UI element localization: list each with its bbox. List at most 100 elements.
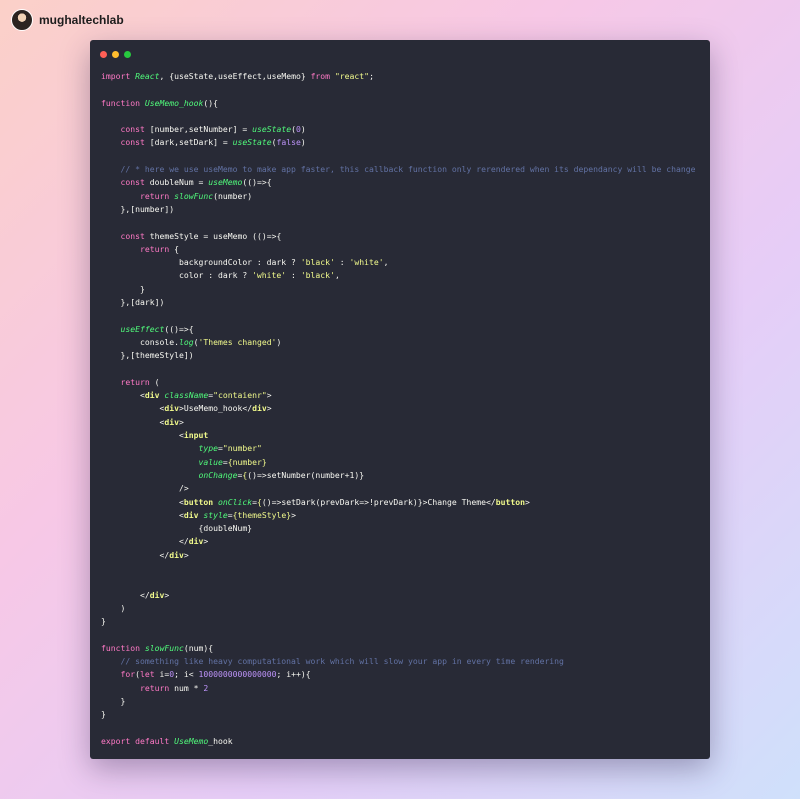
code-token: false [276, 137, 301, 148]
code-token: , [383, 257, 389, 268]
code-token: </ [101, 536, 189, 547]
code-line: <button onClick={()=>setDark(prevDark=>!… [101, 496, 696, 509]
code-token: const [120, 177, 150, 188]
code-line: </div> [101, 535, 696, 548]
code-line: useEffect(()=>{ [101, 323, 696, 336]
code-token: style [203, 509, 228, 520]
code-token: /> [101, 483, 189, 494]
code-token: ) [300, 137, 306, 148]
code-token: > [203, 536, 209, 547]
code-token: ) [276, 336, 282, 347]
code-line: color : dark ? 'white' : 'black', [101, 269, 696, 282]
code-line: type="number" [101, 442, 696, 455]
code-token: : [334, 257, 350, 268]
code-token: {doubleNum} [101, 523, 253, 534]
code-token: return [139, 682, 175, 693]
code-token: return [139, 243, 175, 254]
code-token: div [183, 509, 204, 520]
code-line: },[dark]) [101, 296, 696, 309]
maximize-dot-icon [124, 51, 131, 58]
code-token: useState [232, 137, 272, 148]
code-token: {themeStyle} [232, 509, 292, 520]
code-token: slowFunc [174, 190, 214, 201]
code-token: > [178, 416, 184, 427]
code-token: export default [101, 735, 175, 746]
code-line: </div> [101, 549, 696, 562]
code-token: > [291, 509, 296, 520]
code-line: </div> [101, 589, 696, 602]
code-token: < [101, 430, 184, 441]
code-line: /> [101, 482, 696, 495]
code-token: } [101, 709, 106, 720]
code-line: } [101, 695, 696, 708]
code-line: <div className="contaienr"> [101, 389, 696, 402]
code-line: const [dark,setDark] = useState(false) [101, 136, 696, 149]
code-token: useEffect [120, 323, 165, 334]
code-token: const [120, 137, 150, 148]
code-line: <input [101, 429, 696, 442]
code-line: import React, {useState,useEffect,useMem… [101, 70, 696, 83]
code-token: div [188, 536, 204, 547]
code-token: [number,setNumber] = [149, 124, 253, 135]
code-token: },[dark]) [101, 297, 165, 308]
code-token: } [101, 616, 106, 627]
code-token: div [169, 549, 184, 560]
code-line: },[number]) [101, 203, 696, 216]
code-token: {number} [227, 456, 267, 467]
code-token: color : dark ? [101, 270, 253, 281]
code-token: "number" [222, 443, 262, 454]
code-token: value [198, 456, 223, 467]
code-line: // * here we use useMemo to make app fas… [101, 163, 696, 176]
code-line: return ( [101, 376, 696, 389]
code-token: log [178, 336, 194, 347]
code-token: (()=>{ [164, 323, 194, 334]
code-token: ()=>setNumber(number+1)} [247, 469, 365, 480]
code-token: 'white' [349, 257, 384, 268]
code-token: 'black' [300, 257, 335, 268]
code-token: ; i++){ [276, 669, 311, 680]
code-token: < [101, 509, 184, 520]
code-token: div [164, 416, 179, 427]
code-token: < [101, 496, 184, 507]
username: mughaltechlab [39, 13, 124, 27]
code-token: < [101, 390, 145, 401]
code-token: < [101, 416, 165, 427]
code-token: UseMemo [174, 735, 209, 746]
code-token: useMemo [208, 177, 243, 188]
code-line: } [101, 708, 696, 721]
code-line: console.log('Themes changed') [101, 336, 696, 349]
code-token: // * here we use useMemo to make app fas… [120, 164, 696, 175]
code-line: } [101, 615, 696, 628]
code-token: },[number]) [101, 203, 175, 214]
code-token: </ [101, 549, 170, 560]
code-line: <div> [101, 416, 696, 429]
code-token: ( [154, 376, 160, 387]
code-token: className [164, 390, 209, 401]
code-token: div [144, 390, 165, 401]
code-token: } [101, 283, 145, 294]
code-line: onChange={()=>setNumber(number+1)} [101, 469, 696, 482]
code-line: } [101, 283, 696, 296]
code-token: let [140, 669, 160, 680]
code-token: } [101, 695, 126, 706]
code-token: },[themeStyle]) [101, 350, 194, 361]
close-dot-icon [100, 51, 107, 58]
code-line: for(let i=0; i< 1000000000000000; i++){ [101, 668, 696, 681]
code-token: useState [252, 124, 292, 135]
code-token: 'Themes changed' [198, 336, 277, 347]
code-line: return { [101, 243, 696, 256]
code-token: UseMemo_hook [144, 97, 204, 108]
code-token: function [101, 97, 145, 108]
code-line: value={number} [101, 456, 696, 469]
code-token: 1000000000000000 [198, 669, 277, 680]
code-line: <div style={themeStyle}> [101, 509, 696, 522]
